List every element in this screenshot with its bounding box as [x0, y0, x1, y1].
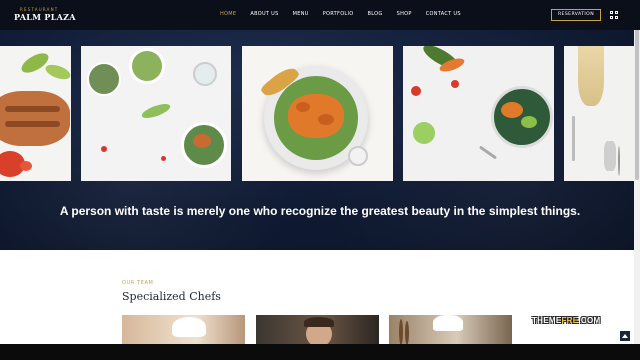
logo-name: PALM PLAZA [14, 12, 76, 22]
team-kicker: OUR TEAM [122, 280, 154, 286]
page-scrollbar[interactable] [634, 0, 640, 344]
gallery-image-chicken-salad[interactable] [242, 46, 393, 181]
grid-icon[interactable] [610, 11, 618, 19]
logo[interactable]: RESTAURANT PALM PLAZA [14, 7, 76, 25]
watermark-part3: .COM [578, 316, 601, 325]
chef-photo-1[interactable] [122, 315, 245, 345]
nav-blog[interactable]: BLOG [368, 11, 383, 17]
gallery-image-drinks[interactable] [564, 46, 634, 181]
gallery-image-salmon[interactable] [0, 46, 71, 181]
nav-menu[interactable]: MENU [293, 11, 309, 17]
chef-photo-2[interactable] [256, 315, 379, 345]
watermark-part2: FRE [561, 316, 579, 325]
page: RESTAURANT PALM PLAZA HOME ABOUT US MENU… [0, 0, 640, 360]
team-heading: Specialized Chefs [122, 290, 221, 303]
nav-portfolio[interactable]: PORTFOLIO [323, 11, 354, 17]
site-header: RESTAURANT PALM PLAZA HOME ABOUT US MENU… [0, 0, 640, 30]
watermark: THEMEFRE.COM [532, 316, 601, 325]
nav-shop[interactable]: SHOP [397, 11, 412, 17]
hero-quote: A person with taste is merely one who re… [59, 204, 581, 218]
nav-about-us[interactable]: ABOUT US [250, 11, 278, 17]
gallery-image-veggie-bowl[interactable] [403, 46, 554, 181]
watermark-part1: THEME [532, 316, 562, 325]
arrow-up-icon[interactable] [620, 331, 630, 341]
reservation-button[interactable]: RESERVATION [551, 9, 601, 21]
main-nav: HOME ABOUT US MENU PORTFOLIO BLOG SHOP C… [220, 11, 475, 17]
nav-home[interactable]: HOME [220, 11, 236, 17]
chef-photo-3[interactable] [389, 315, 512, 345]
nav-contact-us[interactable]: CONTACT US [426, 11, 461, 17]
gallery-image-bowls[interactable] [81, 46, 231, 181]
bottom-bar [0, 344, 640, 360]
